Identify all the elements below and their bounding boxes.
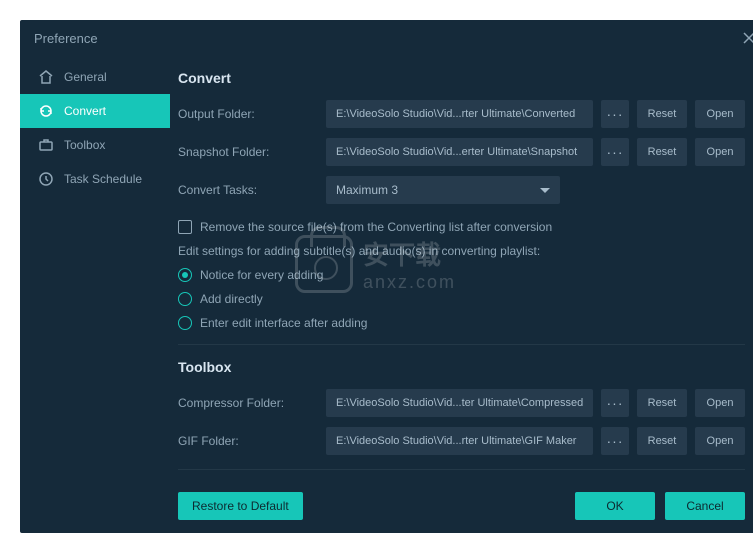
ok-button[interactable]: OK (575, 492, 655, 520)
convert-tasks-select[interactable]: Maximum 3 (326, 176, 560, 204)
cancel-button[interactable]: Cancel (665, 492, 745, 520)
sidebar-item-label: Task Schedule (64, 172, 142, 186)
compressor-folder-reset-button[interactable]: Reset (637, 389, 687, 417)
gif-folder-open-button[interactable]: Open (695, 427, 745, 455)
output-folder-reset-button[interactable]: Reset (637, 100, 687, 128)
edit-settings-hint: Edit settings for adding subtitle(s) and… (178, 244, 745, 258)
snapshot-folder-open-button[interactable]: Open (695, 138, 745, 166)
checkbox-icon (178, 220, 192, 234)
chevron-down-icon (540, 188, 550, 193)
output-folder-label: Output Folder: (178, 107, 318, 121)
footer-right: OK Cancel (575, 492, 745, 520)
compressor-folder-label: Compressor Folder: (178, 396, 318, 410)
snapshot-folder-label: Snapshot Folder: (178, 145, 318, 159)
convert-tasks-label: Convert Tasks: (178, 183, 318, 197)
window-title: Preference (34, 31, 98, 46)
gif-folder-browse-button[interactable]: ··· (601, 427, 629, 455)
output-folder-open-button[interactable]: Open (695, 100, 745, 128)
section-title-convert: Convert (178, 70, 745, 86)
output-folder-field[interactable]: E:\VideoSolo Studio\Vid...rter Ultimate\… (326, 100, 593, 128)
radio-icon (178, 268, 192, 282)
sidebar-item-convert[interactable]: Convert (20, 94, 170, 128)
radio-label: Add directly (200, 292, 263, 306)
sidebar-item-label: General (64, 70, 107, 84)
output-folder-browse-button[interactable]: ··· (601, 100, 629, 128)
restore-default-button[interactable]: Restore to Default (178, 492, 303, 520)
compressor-folder-open-button[interactable]: Open (695, 389, 745, 417)
toolbox-icon (38, 137, 54, 153)
convert-tasks-value: Maximum 3 (336, 183, 398, 197)
radio-icon (178, 292, 192, 306)
sidebar-item-toolbox[interactable]: Toolbox (20, 128, 170, 162)
refresh-icon (38, 103, 54, 119)
content: Convert Output Folder: E:\VideoSolo Stud… (170, 56, 753, 479)
snapshot-folder-field[interactable]: E:\VideoSolo Studio\Vid...erter Ultimate… (326, 138, 593, 166)
row-convert-tasks: Convert Tasks: Maximum 3 (178, 176, 745, 204)
gif-folder-reset-button[interactable]: Reset (637, 427, 687, 455)
radio-notice-every-adding[interactable]: Notice for every adding (178, 268, 745, 282)
sidebar-item-general[interactable]: General (20, 60, 170, 94)
gif-folder-label: GIF Folder: (178, 434, 318, 448)
remove-source-label: Remove the source file(s) from the Conve… (200, 220, 552, 234)
radio-enter-edit-interface[interactable]: Enter edit interface after adding (178, 316, 745, 330)
row-compressor-folder: Compressor Folder: E:\VideoSolo Studio\V… (178, 389, 745, 417)
titlebar: Preference (20, 20, 753, 56)
separator (178, 469, 745, 470)
remove-source-checkbox[interactable]: Remove the source file(s) from the Conve… (178, 220, 745, 234)
separator (178, 344, 745, 345)
close-icon (742, 31, 753, 45)
schedule-icon (38, 171, 54, 187)
radio-icon (178, 316, 192, 330)
sidebar: General Convert Toolbox Task Schedule (20, 56, 170, 479)
radio-label: Notice for every adding (200, 268, 323, 282)
radio-add-directly[interactable]: Add directly (178, 292, 745, 306)
row-output-folder: Output Folder: E:\VideoSolo Studio\Vid..… (178, 100, 745, 128)
home-icon (38, 69, 54, 85)
sidebar-item-task-schedule[interactable]: Task Schedule (20, 162, 170, 196)
close-button[interactable] (739, 28, 753, 48)
row-snapshot-folder: Snapshot Folder: E:\VideoSolo Studio\Vid… (178, 138, 745, 166)
footer: Restore to Default OK Cancel (20, 479, 753, 533)
preference-window: Preference General Convert (20, 20, 753, 533)
gif-folder-field[interactable]: E:\VideoSolo Studio\Vid...rter Ultimate\… (326, 427, 593, 455)
sidebar-item-label: Toolbox (64, 138, 105, 152)
row-gif-folder: GIF Folder: E:\VideoSolo Studio\Vid...rt… (178, 427, 745, 455)
snapshot-folder-browse-button[interactable]: ··· (601, 138, 629, 166)
section-title-toolbox: Toolbox (178, 359, 745, 375)
radio-label: Enter edit interface after adding (200, 316, 367, 330)
sidebar-item-label: Convert (64, 104, 106, 118)
compressor-folder-browse-button[interactable]: ··· (601, 389, 629, 417)
body: General Convert Toolbox Task Schedule (20, 56, 753, 479)
snapshot-folder-reset-button[interactable]: Reset (637, 138, 687, 166)
compressor-folder-field[interactable]: E:\VideoSolo Studio\Vid...ter Ultimate\C… (326, 389, 593, 417)
